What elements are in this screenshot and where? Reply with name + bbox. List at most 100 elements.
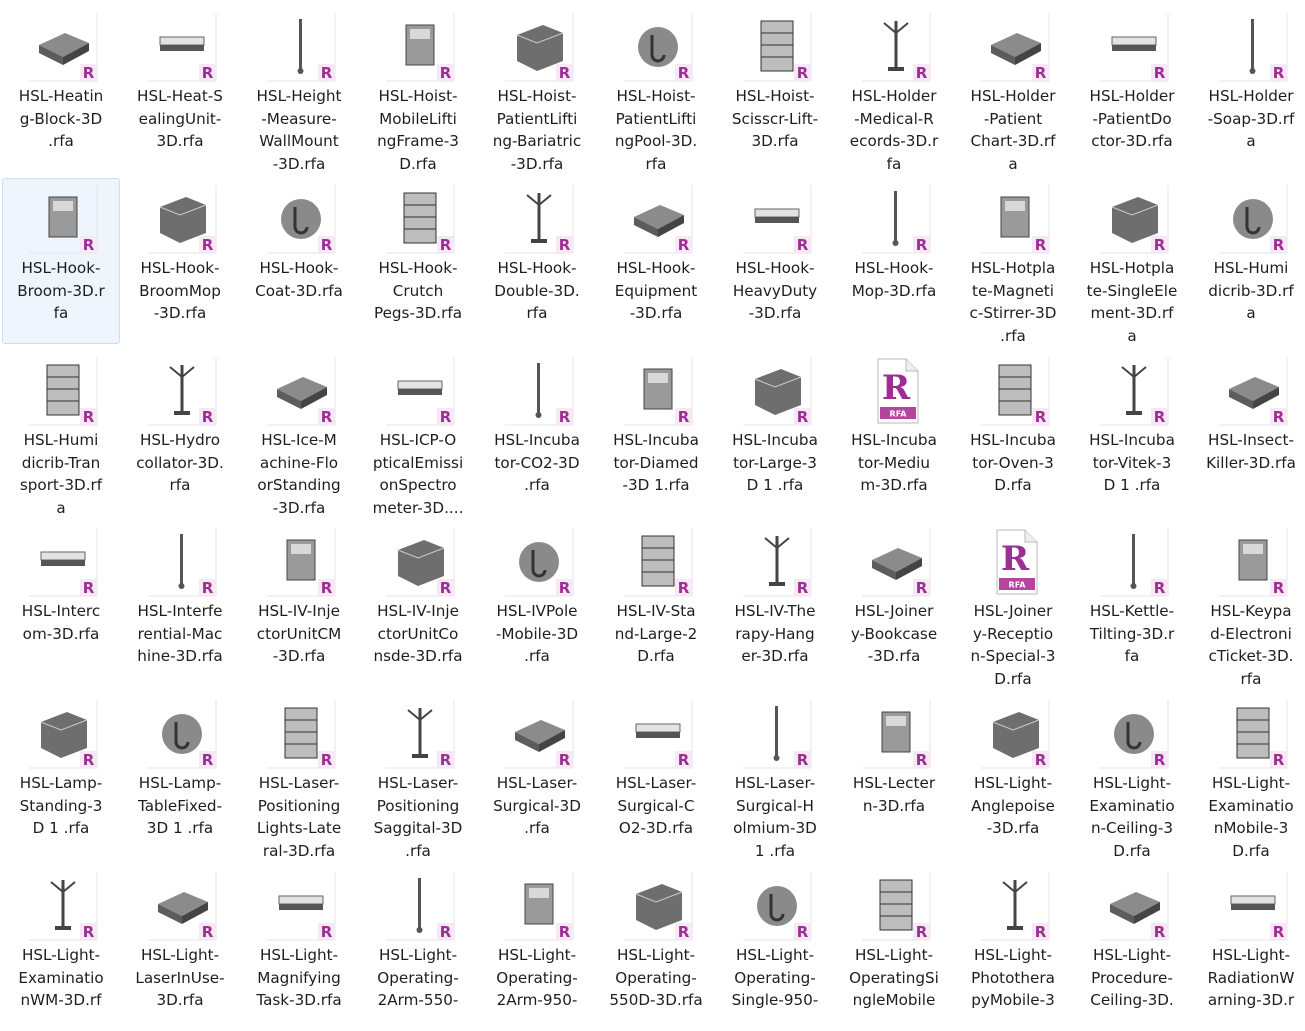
file-name-line: HSL-Interc xyxy=(21,602,101,620)
file-name-line: HSL-Humi xyxy=(23,431,99,449)
file-name-line: collator-3D. xyxy=(136,453,224,472)
file-item[interactable]: R HSL-Insect- Killer-3D.rfa xyxy=(1192,350,1305,516)
file-name-line: HSL-Laser- xyxy=(615,774,697,792)
file-item[interactable]: R HSL-Hook- HeavyDuty -3D.rfa xyxy=(716,178,834,344)
file-item[interactable]: R HSL-Ice-M achine-Flo orStanding -3D.rfa xyxy=(240,350,358,517)
file-item[interactable]: R HSL-Lamp- TableFixed- 3D 1 .rfa xyxy=(121,693,239,859)
file-name-line: Broom-3D.r xyxy=(17,281,105,300)
file-item[interactable]: R HSL-Incuba tor-Large-3 D 1 .rfa xyxy=(716,350,834,516)
file-name-line: tor-CO2-3D xyxy=(494,453,580,472)
file-item[interactable]: R HSL-Height -Measure- WallMount -3D.rfa xyxy=(240,6,358,173)
file-item[interactable]: R HSL-Laser- Surgical-H olmium-3D 1 .rfa xyxy=(716,693,834,860)
file-item[interactable]: R HSL-Hook- Coat-3D.rfa xyxy=(240,178,358,344)
file-item[interactable]: R HSL-Laser- Surgical-3D .rfa xyxy=(478,693,596,859)
svg-text:R: R xyxy=(321,579,333,597)
file-item[interactable]: R HSL-Heatin g-Block-3D .rfa xyxy=(2,6,120,172)
file-item[interactable]: R HSL-Incuba tor-Diamed -3D 1.rfa xyxy=(597,350,715,516)
file-item[interactable]: R HSL-IV-Inje ctorUnitCM -3D.rfa xyxy=(240,521,358,687)
file-item[interactable]: R HSL-Hydro collator-3D. rfa xyxy=(121,350,239,516)
file-item[interactable]: R HSL-Light- OperatingSi ngleMobile xyxy=(835,865,953,1031)
svg-text:R: R xyxy=(882,368,911,408)
file-name-line: 1 .rfa xyxy=(754,841,796,860)
file-item[interactable]: R HSL-Light- Operating- 2Arm-550- xyxy=(359,865,477,1031)
file-name-label: HSL-Incuba tor-Vitek-3 D 1 .rfa xyxy=(1076,429,1188,497)
file-item[interactable]: R HSL-IVPole -Mobile-3D .rfa xyxy=(478,521,596,687)
file-name-label: HSL-Hook- Equipment -3D.rfa xyxy=(600,257,712,325)
file-item[interactable]: R HSL-Light- Operating- Single-950- xyxy=(716,865,834,1031)
file-item[interactable]: R HSL-Light- Examinatio nWM-3D.rf xyxy=(2,865,120,1031)
file-name-line: tor-Vitek-3 xyxy=(1092,453,1172,472)
file-item[interactable]: R HSL-Incuba tor-CO2-3D .rfa xyxy=(478,350,596,516)
file-item[interactable]: R HSL-Holder -PatientDo ctor-3D.rfa xyxy=(1073,6,1191,172)
file-name-line: HSL-Light- xyxy=(616,946,696,964)
file-item[interactable]: R HSL-Incuba tor-Vitek-3 D 1 .rfa xyxy=(1073,350,1191,516)
file-item[interactable]: R HSL-Humi dicrib-3D.rf a xyxy=(1192,178,1305,344)
file-item[interactable]: R HSL-Lecter n-3D.rfa xyxy=(835,693,953,859)
file-item[interactable]: R HSL-Laser- Positioning Lights-Late ral-3D.… xyxy=(240,693,358,860)
file-item[interactable]: R HSL-Holder -Patient Chart-3D.rf a xyxy=(954,6,1072,173)
file-name-line: -3D.rfa xyxy=(153,304,207,322)
file-item[interactable]: R HSL-Hoist- PatientLifti ng-Bariatric -3D.r… xyxy=(478,6,596,173)
file-item[interactable]: R HSL-Light- Anglepoise -3D.rfa xyxy=(954,693,1072,859)
file-name-line: Tilting-3D.r xyxy=(1089,624,1175,643)
file-item[interactable]: R HSL-Hoist- Scisscr-Lift- 3D.rfa xyxy=(716,6,834,172)
file-item[interactable]: R HSL-Hotpla te-SingleEle ment-3D.rf a xyxy=(1073,178,1191,345)
file-item[interactable]: R HSL-Hook- Crutch Pegs-3D.rfa xyxy=(359,178,477,344)
file-item[interactable]: R HSL-Hook- Mop-3D.rfa xyxy=(835,178,953,344)
file-name-line: 2Arm-950- xyxy=(496,991,578,1009)
file-item[interactable]: R HSL-Hook- Equipment -3D.rfa xyxy=(597,178,715,344)
file-item[interactable]: R HSL-Interfe rential-Mac hine-3D.rfa xyxy=(121,521,239,687)
file-item[interactable]: R HSL-Hook- Double-3D. rfa xyxy=(478,178,596,344)
file-item[interactable]: R HSL-Incuba tor-Oven-3 D.rfa xyxy=(954,350,1072,516)
file-name-label: HSL-Incuba tor-CO2-3D .rfa xyxy=(481,429,593,497)
file-item[interactable]: R HSL-IV-Inje ctorUnitCo nsde-3D.rfa xyxy=(359,521,477,687)
svg-text:R: R xyxy=(321,923,333,941)
svg-text:R: R xyxy=(1154,923,1166,941)
file-item[interactable]: R HSL-Lamp- Standing-3 D 1 .rfa xyxy=(2,693,120,859)
rfa-file-icon: R RFA xyxy=(860,355,932,427)
file-name-label: HSL-Lecter n-3D.rfa xyxy=(838,772,950,817)
hoist-frame-thumbnail-icon: R xyxy=(384,11,456,83)
file-name-line: fa xyxy=(1124,647,1140,665)
file-item[interactable]: R HSL-Interc om-3D.rfa xyxy=(2,521,120,687)
svg-text:R: R xyxy=(916,64,928,82)
file-item[interactable]: R HSL-Hoist- PatientLifti ngPool-3D. rfa xyxy=(597,6,715,173)
file-item[interactable]: R HSL-Light- RadiationW arning-3D.r xyxy=(1192,865,1305,1031)
file-item[interactable]: R HSL-Laser- Positioning Saggital-3D .rfa xyxy=(359,693,477,860)
file-item[interactable]: R HSL-Heat-S ealingUnit- 3D.rfa xyxy=(121,6,239,172)
file-item[interactable]: R HSL-Light- Operating- 550D-3D.rfa xyxy=(597,865,715,1031)
file-item[interactable]: R HSL-Light- Examinatio nMobile-3 D.rfa xyxy=(1192,693,1305,860)
file-item[interactable]: R HSL-Hotpla te-Magneti c-Stirrer-3D .rfa xyxy=(954,178,1072,345)
file-item[interactable]: R HSL-Holder -Soap-3D.rf a xyxy=(1192,6,1305,172)
file-item[interactable]: R HSL-IV-The rapy-Hang er-3D.rfa xyxy=(716,521,834,687)
file-name-line: HSL-Heat-S xyxy=(137,87,223,105)
file-item[interactable]: R HSL-Hook- BroomMop -3D.rfa xyxy=(121,178,239,344)
file-name-line: HSL-Light- xyxy=(378,946,458,964)
file-item[interactable]: R HSL-Kettle- Tilting-3D.r fa xyxy=(1073,521,1191,687)
svg-text:R: R xyxy=(1035,64,1047,82)
file-item[interactable]: R HSL-Light- Magnifying Task-3D.rfa xyxy=(240,865,358,1031)
file-name-line: tor-Oven-3 xyxy=(972,453,1054,472)
file-name-label: HSL-Humi dicrib-Tran sport-3D.rf a xyxy=(5,429,117,519)
file-item[interactable]: R HSL-Light- Procedure- Ceiling-3D. xyxy=(1073,865,1191,1031)
file-name-line: HSL-Hook- xyxy=(378,259,458,277)
file-name-line: HSL-Light- xyxy=(497,946,577,964)
file-item[interactable]: R HSL-Keypa d-Electroni cTicket-3D. rfa xyxy=(1192,521,1305,688)
file-item[interactable]: R RFA HSL-Incuba tor-Mediu m-3D.rfa xyxy=(835,350,953,516)
file-item[interactable]: R RFA HSL-Joiner y-Receptio n-Special-3 D.rfa xyxy=(954,521,1072,688)
file-item[interactable]: R HSL-ICP-O pticalEmissi onSpectro meter-3D.… xyxy=(359,350,477,517)
file-item[interactable]: R HSL-Light- Examinatio n-Ceiling-3 D.rfa xyxy=(1073,693,1191,860)
file-item[interactable]: R HSL-Hook- Broom-3D.r fa xyxy=(2,178,120,344)
file-name-line: Standing-3 xyxy=(19,796,103,815)
file-item[interactable]: R HSL-Light- Photothera pyMobile-3 xyxy=(954,865,1072,1031)
svg-text:R: R xyxy=(1154,64,1166,82)
file-item[interactable]: R HSL-Laser- Surgical-C O2-3D.rfa xyxy=(597,693,715,859)
file-item[interactable]: R HSL-Joiner y-Bookcase -3D.rfa xyxy=(835,521,953,687)
file-item[interactable]: R HSL-IV-Sta nd-Large-2 D.rfa xyxy=(597,521,715,687)
file-item[interactable]: R HSL-Humi dicrib-Tran sport-3D.rf a xyxy=(2,350,120,519)
file-item[interactable]: R HSL-Hoist- MobileLifti ngFrame-3 D.rfa xyxy=(359,6,477,173)
file-item[interactable]: R HSL-Light- Operating- 2Arm-950- xyxy=(478,865,596,1031)
file-item[interactable]: R HSL-Light- LaserInUse- 3D.rfa xyxy=(121,865,239,1031)
file-name-line: HSL-Lamp- xyxy=(19,774,103,792)
file-item[interactable]: R HSL-Holder -Medical-R ecords-3D.r fa xyxy=(835,6,953,173)
